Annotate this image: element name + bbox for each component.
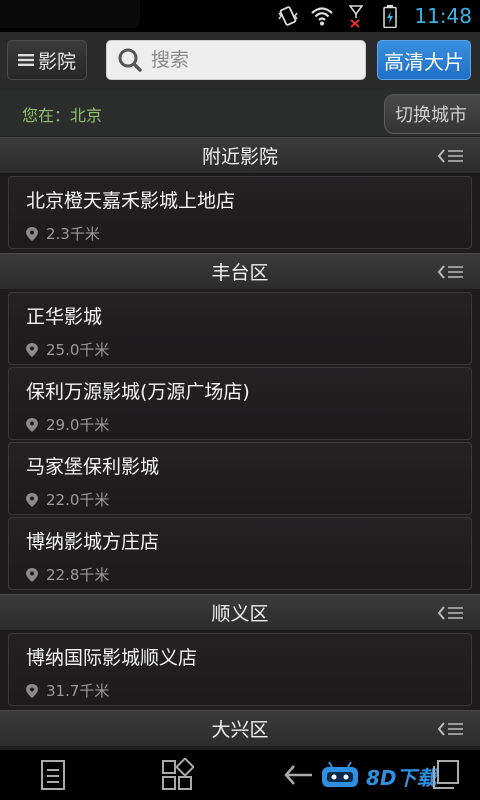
location-pin-icon	[26, 492, 38, 507]
location-bar: 您在：北京 切换城市	[0, 90, 480, 136]
distance-value: 29.0千米	[46, 416, 110, 434]
cinema-list-item[interactable]: 马家堡保利影城 22.0千米	[8, 442, 472, 515]
location-pin-icon	[26, 683, 38, 698]
document-icon[interactable]	[36, 758, 70, 792]
cinema-distance: 2.3千米	[26, 223, 100, 244]
section-title: 大兴区	[211, 719, 269, 741]
location-pin-icon	[26, 226, 38, 241]
battery-charging-icon	[378, 4, 402, 28]
cinema-name: 马家堡保利影城	[26, 456, 160, 478]
search-icon	[118, 48, 142, 72]
recent-apps-icon[interactable]	[430, 758, 464, 792]
cinema-distance: 25.0千米	[26, 339, 109, 360]
grid-icon[interactable]	[160, 758, 194, 792]
site-watermark: 8D下载	[320, 760, 437, 792]
cinema-name: 北京橙天嘉禾影城上地店	[26, 190, 236, 212]
switch-city-button[interactable]: 切换城市	[384, 94, 480, 134]
watermark-text: 8D下载	[366, 765, 437, 790]
distance-value: 22.8千米	[46, 566, 110, 584]
collapse-icon[interactable]	[436, 263, 466, 281]
no-signal-icon	[344, 4, 368, 28]
cinema-distance: 22.0千米	[26, 489, 109, 510]
cinema-name: 保利万源影城(万源广场店)	[26, 381, 250, 403]
cinema-list-item[interactable]: 北京橙天嘉禾影城上地店 2.3千米	[8, 176, 472, 249]
collapse-icon[interactable]	[436, 604, 466, 622]
location-pin-icon	[26, 567, 38, 582]
section-title: 附近影院	[201, 146, 278, 168]
section-header[interactable]: 顺义区	[0, 594, 480, 631]
distance-value: 25.0千米	[46, 341, 110, 359]
cinema-list-item[interactable]: 保利万源影城(万源广场店) 29.0千米	[8, 367, 472, 440]
distance-value: 31.7千米	[46, 682, 110, 700]
status-notification-area	[0, 0, 140, 28]
section-header[interactable]: 丰台区	[0, 253, 480, 290]
cinema-distance: 29.0千米	[26, 414, 109, 435]
current-city-label: 您在：北京	[22, 106, 103, 125]
search-box[interactable]	[106, 40, 366, 80]
cinema-list-item[interactable]: 正华影城 25.0千米	[8, 292, 472, 365]
section-title: 顺义区	[211, 603, 269, 625]
wifi-icon	[310, 4, 334, 28]
hd-movies-button[interactable]: 高清大片	[377, 40, 471, 80]
status-bar: 11:48	[0, 0, 480, 32]
menu-icon	[17, 54, 34, 66]
robot-logo-icon	[322, 761, 358, 787]
cinema-distance: 22.8千米	[26, 564, 109, 585]
bottom-navigation: 8D下载	[0, 750, 480, 800]
cinema-name: 正华影城	[26, 306, 103, 328]
vibrate-icon	[276, 4, 300, 28]
distance-value: 2.3千米	[46, 225, 100, 243]
cinema-list: 附近影院 北京橙天嘉禾影城上地店 2.3千米 丰台区 正华影城 25.0千米 保…	[0, 137, 480, 750]
clock: 11:48	[414, 4, 472, 28]
search-input[interactable]	[151, 49, 351, 71]
cinema-list-item[interactable]: 博纳影城方庄店 22.8千米	[8, 517, 472, 590]
location-pin-icon	[26, 342, 38, 357]
cinema-distance: 31.7千米	[26, 680, 109, 701]
cinema-list-item[interactable]: 博纳国际影城顺义店 31.7千米	[8, 633, 472, 706]
section-title: 丰台区	[211, 262, 269, 284]
location-pin-icon	[26, 417, 38, 432]
section-header[interactable]: 附近影院	[0, 137, 480, 174]
cinema-menu-label: 影院	[37, 50, 76, 73]
cinema-menu-button[interactable]: 影院	[7, 40, 87, 80]
collapse-icon[interactable]	[436, 720, 466, 738]
cinema-name: 博纳影城方庄店	[26, 531, 160, 553]
distance-value: 22.0千米	[46, 491, 110, 509]
top-toolbar: 影院 高清大片	[0, 32, 480, 90]
collapse-icon[interactable]	[436, 147, 466, 165]
back-icon[interactable]	[282, 758, 316, 792]
cinema-name: 博纳国际影城顺义店	[26, 647, 198, 669]
section-header[interactable]: 大兴区	[0, 710, 480, 747]
